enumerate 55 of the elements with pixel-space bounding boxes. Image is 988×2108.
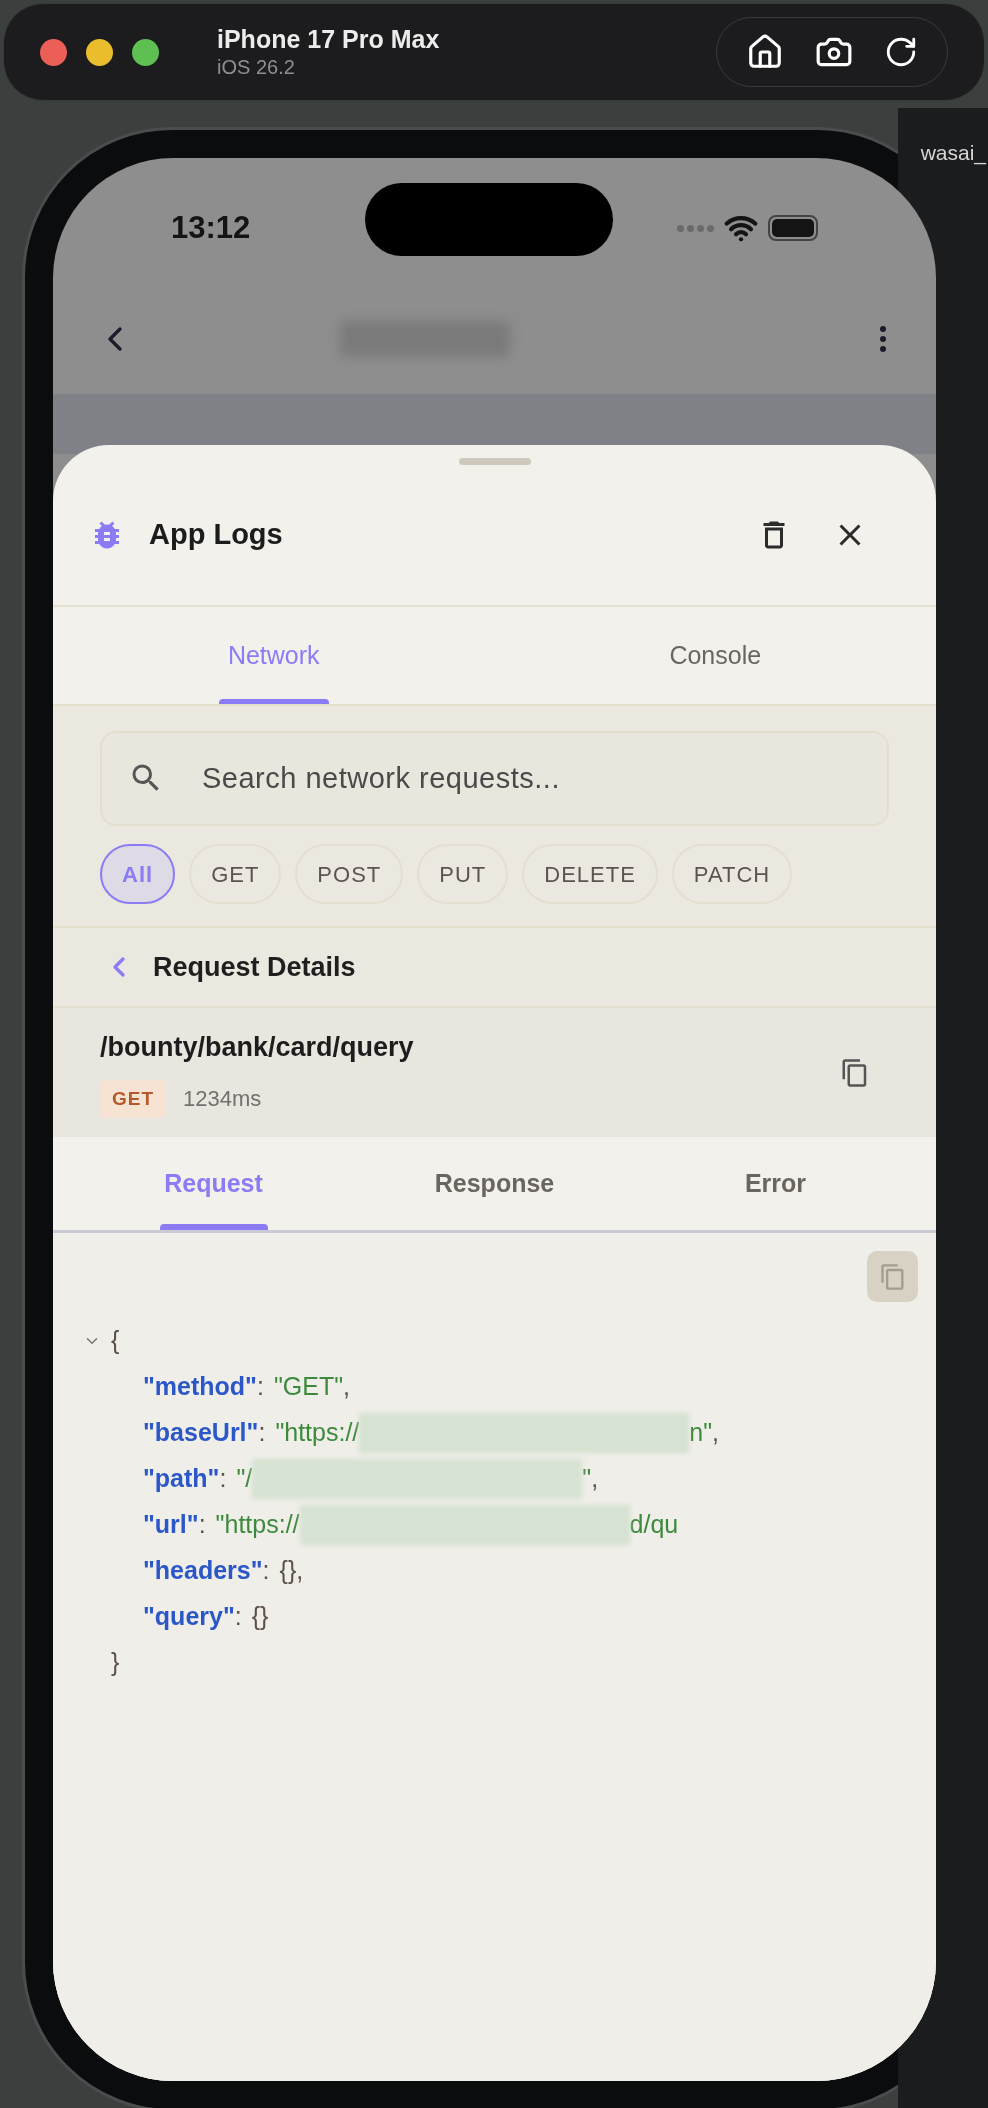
signal-icon [677,224,714,232]
panel-text: wasai_ [920,140,986,167]
json-colon: : [262,1555,270,1587]
json-colon: : [234,1601,242,1633]
json-key: "path" [143,1460,220,1498]
json-colon: : [198,1509,206,1541]
json-colon: : [258,1417,266,1449]
json-colon: : [219,1463,227,1495]
filter-chip[interactable]: DELETE [522,844,658,904]
more-icon [880,326,886,352]
close-window-button[interactable] [40,38,67,66]
duration: 1234ms [183,1085,262,1114]
os-version: iOS 26.2 [217,55,296,80]
details-title: Request Details [153,950,356,984]
json-value: n" [689,1417,713,1449]
tab[interactable]: Error [635,1137,916,1230]
request-path: /bounty/bank/card/query [100,1031,414,1065]
tab[interactable]: Network [53,607,495,704]
json-value: "/ [236,1463,253,1495]
json-comma: , [343,1371,351,1403]
tab[interactable]: Request [73,1137,354,1230]
filter-chip[interactable]: POST [295,844,404,904]
json-value: "https:// [215,1509,300,1541]
json-key: "method" [143,1368,257,1406]
filter-chip[interactable]: GET [189,844,282,904]
json-comma: , [591,1463,599,1495]
device-name: iPhone 17 Pro Max [217,24,440,54]
json-brace: } [111,1647,120,1679]
json-key: "url" [143,1506,199,1544]
json-brace: { [111,1325,120,1357]
search-field[interactable]: Search network requests... [100,731,889,826]
json-key: "baseUrl" [143,1414,259,1452]
battery-icon [768,215,818,241]
method-badge: GET [100,1079,167,1118]
copy-icon [878,1262,907,1291]
tab[interactable]: Console [494,607,936,704]
json-key: "headers" [143,1552,263,1590]
drag-handle[interactable] [458,458,531,465]
json-comma: , [296,1555,304,1587]
filter-chip[interactable]: PATCH [671,844,793,904]
sheet-title: App Logs [149,517,283,553]
json-colon: : [257,1371,264,1403]
json-value: d/qu [629,1509,679,1541]
filter-chip[interactable]: PUT [417,844,509,904]
json-key: "query" [143,1598,235,1636]
json-value: {} [279,1555,297,1587]
minimize-window-button[interactable] [86,38,113,66]
json-value: "GET" [273,1371,344,1403]
json-value: "https:// [275,1417,360,1449]
json-value: " [582,1463,592,1495]
zoom-window-button[interactable] [132,38,159,66]
tab[interactable]: Response [354,1137,635,1230]
json-comma: , [712,1417,720,1449]
status-time: 13:12 [171,208,251,247]
json-value: {} [251,1601,269,1633]
